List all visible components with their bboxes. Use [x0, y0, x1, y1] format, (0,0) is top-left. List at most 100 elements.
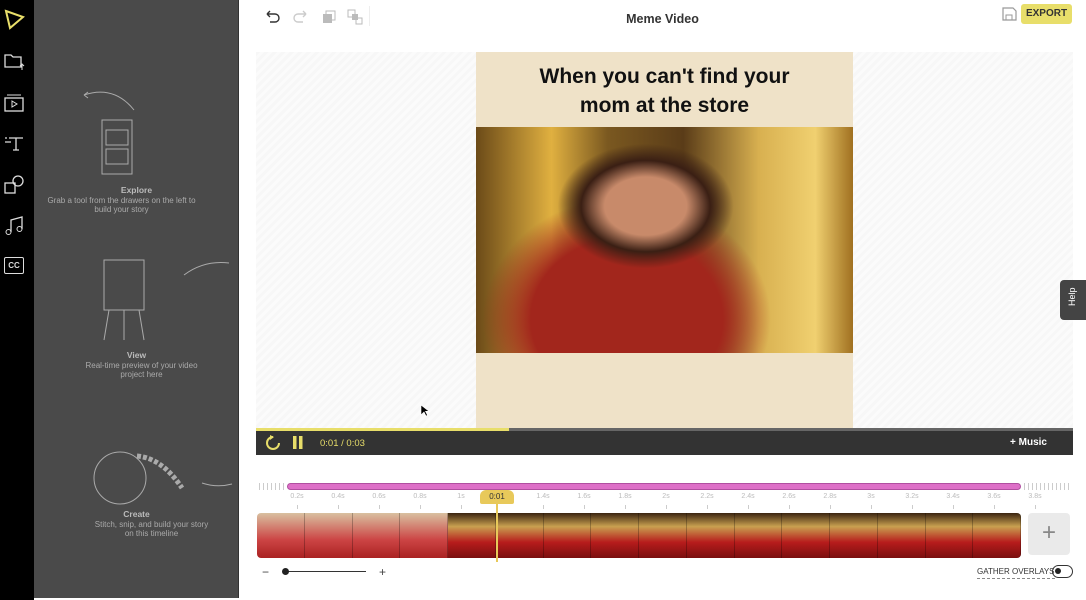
tick-mark [297, 505, 298, 509]
tick-mark [543, 505, 544, 509]
video-filmstrip[interactable] [257, 513, 1021, 558]
tick-mark [871, 505, 872, 509]
hint-view: View Real-time preview of your video proj… [34, 350, 239, 380]
timeline-right-pad [1024, 483, 1070, 490]
tick-mark [666, 505, 667, 509]
caption-line: When you can't find your [539, 65, 790, 88]
tick-label: 3.6s [987, 493, 1001, 500]
easel-illustration-icon [103, 259, 230, 341]
zoom-slider-handle[interactable] [282, 568, 289, 575]
filmstrip-frame [686, 513, 735, 558]
hint-text: Stitch, snip, and build your story on th… [94, 519, 209, 539]
tick-label: 0.2s [290, 493, 304, 500]
tick-mark [625, 505, 626, 509]
tick-label: 3.4s [946, 493, 960, 500]
tick-mark [584, 505, 585, 509]
filmstrip-frame [782, 513, 830, 558]
tool-rail: CC [0, 0, 34, 600]
pause-icon[interactable] [292, 436, 304, 449]
filmstrip-frame [400, 513, 448, 558]
tick-label: 3s [867, 493, 875, 500]
tick-label: 2.2s [700, 493, 714, 500]
hint-create: Create Stitch, snip, and build your story… [34, 509, 239, 539]
drawer-illustration-icon [83, 91, 135, 175]
meme-canvas[interactable]: When you can't find your mom at the store [476, 52, 853, 428]
filmstrip-frame [257, 513, 305, 558]
tick-mark [830, 505, 831, 509]
tick-label: 0.8s [413, 493, 427, 500]
hint-explore: Explore Grab a tool from the drawers on t… [34, 185, 239, 215]
playback-progress[interactable] [256, 428, 1073, 431]
timeline-left-pad [259, 483, 285, 490]
time-display: 0:01 / 0:03 [320, 438, 365, 449]
playhead-handle[interactable]: 0:01 [480, 490, 514, 504]
filmstrip-frame [973, 513, 1021, 558]
zoom-out-button[interactable]: − [262, 565, 269, 579]
overlay-track[interactable] [287, 483, 1021, 490]
zoom-in-button[interactable]: + [379, 565, 386, 579]
tick-label: 0.4s [331, 493, 345, 500]
captions-icon[interactable]: CC [4, 257, 24, 274]
tick-label: 0.6s [372, 493, 386, 500]
gather-overlays-label[interactable]: GATHER OVERLAYS [977, 567, 1055, 579]
video-frame[interactable] [476, 127, 853, 353]
media-icon[interactable] [3, 92, 25, 114]
replay-icon[interactable] [265, 435, 281, 451]
save-icon[interactable] [1000, 5, 1018, 23]
filmstrip-frame [543, 513, 592, 558]
hint-title: Create [123, 509, 150, 519]
tool-drawer: Explore Grab a tool from the drawers on t… [34, 0, 239, 598]
filmstrip-frame [877, 513, 926, 558]
filmstrip-frame [304, 513, 353, 558]
hint-text: Grab a tool from the drawers on the left… [47, 195, 196, 215]
help-label: Help [1067, 287, 1077, 306]
tick-mark [338, 505, 339, 509]
player-controls: 0:01 / 0:03 + Music [256, 428, 1073, 455]
tick-mark [912, 505, 913, 509]
help-tab[interactable]: Help [1060, 280, 1086, 320]
tick-mark [461, 505, 462, 509]
tick-label: 3.8s [1028, 493, 1042, 500]
tick-mark [789, 505, 790, 509]
filmstrip-frame [639, 513, 687, 558]
tick-label: 1s [457, 493, 465, 500]
tick-label: 1.6s [577, 493, 591, 500]
mouse-cursor-icon [420, 404, 430, 417]
hint-title: View [126, 350, 147, 360]
project-title[interactable]: Meme Video [239, 12, 1086, 26]
filmstrip-frame [925, 513, 974, 558]
filmstrip-frame [495, 513, 544, 558]
add-clip-button[interactable]: + [1028, 513, 1070, 555]
music-icon[interactable] [3, 215, 25, 237]
export-button[interactable]: EXPORT [1021, 4, 1072, 24]
shapes-icon[interactable] [3, 174, 25, 196]
caption-line: mom at the store [579, 94, 750, 117]
tick-mark [953, 505, 954, 509]
tick-mark [1035, 505, 1036, 509]
filmstrip-frame [352, 513, 401, 558]
playhead-line[interactable] [496, 504, 498, 562]
tick-label: 1.8s [618, 493, 632, 500]
hint-text: Real-time preview of your video project … [85, 360, 198, 380]
tick-mark [420, 505, 421, 509]
text-icon[interactable] [3, 132, 25, 154]
tick-mark [994, 505, 995, 509]
tick-mark [707, 505, 708, 509]
filmstrip-frame [591, 513, 639, 558]
zoom-slider[interactable] [286, 571, 366, 572]
logo-icon[interactable] [3, 8, 25, 30]
tick-mark [379, 505, 380, 509]
tick-label: 3.2s [905, 493, 919, 500]
filmstrip-frame [830, 513, 878, 558]
folder-upload-icon[interactable] [3, 50, 25, 72]
meme-caption[interactable]: When you can't find your mom at the store [476, 62, 853, 120]
gather-overlays-toggle[interactable] [1052, 565, 1073, 578]
preview-stage: When you can't find your mom at the store [256, 52, 1073, 428]
hint-title: Explore [120, 185, 153, 195]
tick-label: 2.4s [741, 493, 755, 500]
tick-label: 2s [662, 493, 670, 500]
tick-label: 2.6s [782, 493, 796, 500]
add-music-button[interactable]: + Music [1010, 437, 1047, 448]
tick-mark [748, 505, 749, 509]
tick-label: 2.8s [823, 493, 837, 500]
